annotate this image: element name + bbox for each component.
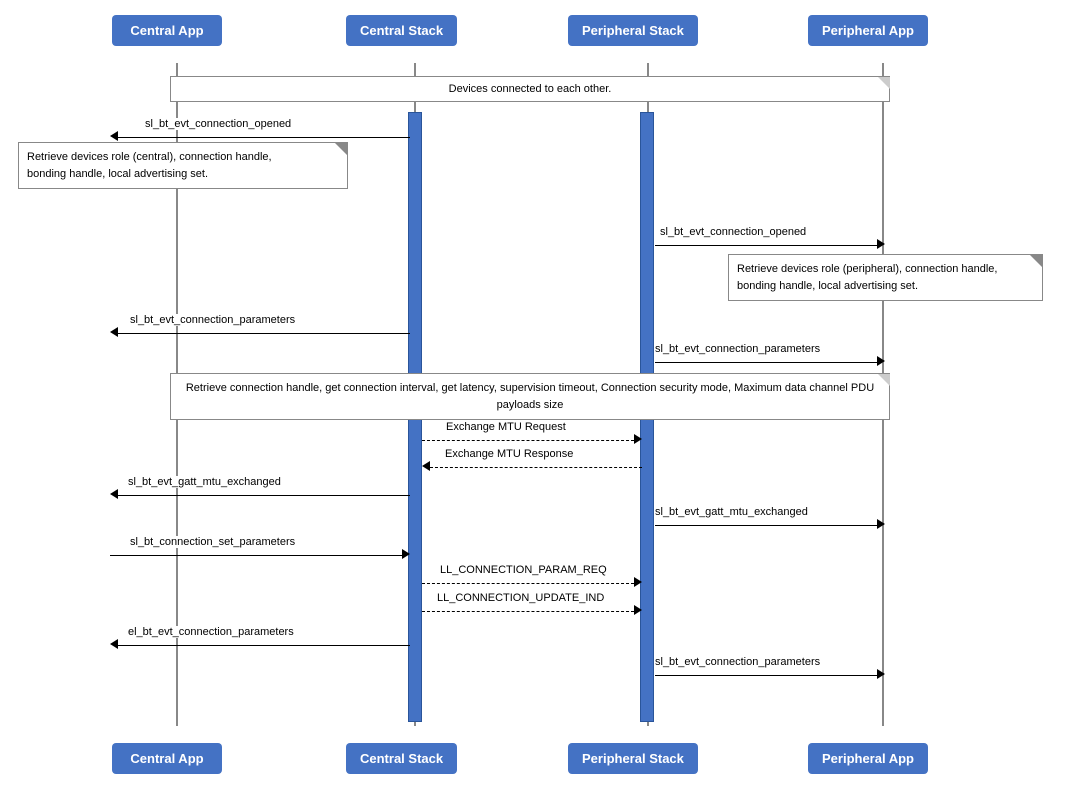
actor-peripheral-app-top: Peripheral App xyxy=(808,15,928,46)
note-devices-connected: Devices connected to each other. xyxy=(170,76,890,102)
actor-central-stack-bottom: Central Stack xyxy=(346,743,457,774)
label-connection-opened-2: sl_bt_evt_connection_opened xyxy=(660,226,806,238)
arrow-ll-update-ind xyxy=(422,604,642,618)
label-set-params: sl_bt_connection_set_parameters xyxy=(130,536,295,548)
arrow-mtu-resp xyxy=(422,460,642,474)
label-gatt-mtu-2: sl_bt_evt_gatt_mtu_exchanged xyxy=(655,506,808,518)
arrow-conn-params-1 xyxy=(110,326,410,340)
note-retrieve-peripheral: Retrieve devices role (peripheral), conn… xyxy=(728,254,1043,301)
note-retrieve-connection: Retrieve connection handle, get connecti… xyxy=(170,373,890,420)
label-connection-opened-1: sl_bt_evt_connection_opened xyxy=(145,118,291,130)
label-conn-params-2: sl_bt_evt_connection_parameters xyxy=(655,343,820,355)
label-conn-params-1: sl_bt_evt_connection_parameters xyxy=(130,314,295,326)
actor-peripheral-stack-bottom: Peripheral Stack xyxy=(568,743,698,774)
actor-peripheral-app-bottom: Peripheral App xyxy=(808,743,928,774)
arrow-el-conn-params xyxy=(110,638,410,652)
label-ll-param-req: LL_CONNECTION_PARAM_REQ xyxy=(440,564,607,576)
actor-peripheral-stack-top: Peripheral Stack xyxy=(568,15,698,46)
actor-central-app-bottom: Central App xyxy=(112,743,222,774)
arrow-ll-param-req xyxy=(422,576,642,590)
arrow-connection-opened-2 xyxy=(655,238,885,252)
arrow-conn-params-3 xyxy=(655,668,885,682)
actor-central-app-top: Central App xyxy=(112,15,222,46)
label-gatt-mtu-1: sl_bt_evt_gatt_mtu_exchanged xyxy=(128,476,281,488)
label-mtu-req: Exchange MTU Request xyxy=(446,421,566,433)
label-conn-params-3: sl_bt_evt_connection_parameters xyxy=(655,656,820,668)
label-mtu-resp: Exchange MTU Response xyxy=(445,448,573,460)
arrow-mtu-req xyxy=(422,433,642,447)
arrow-gatt-mtu-1 xyxy=(110,488,410,502)
label-el-conn-params: el_bt_evt_connection_parameters xyxy=(128,626,294,638)
arrow-set-params xyxy=(110,548,410,562)
actor-central-stack-top: Central Stack xyxy=(346,15,457,46)
label-ll-update-ind: LL_CONNECTION_UPDATE_IND xyxy=(437,592,604,604)
arrow-conn-params-2 xyxy=(655,355,885,369)
arrow-gatt-mtu-2 xyxy=(655,518,885,532)
note-retrieve-central: Retrieve devices role (central), connect… xyxy=(18,142,348,189)
